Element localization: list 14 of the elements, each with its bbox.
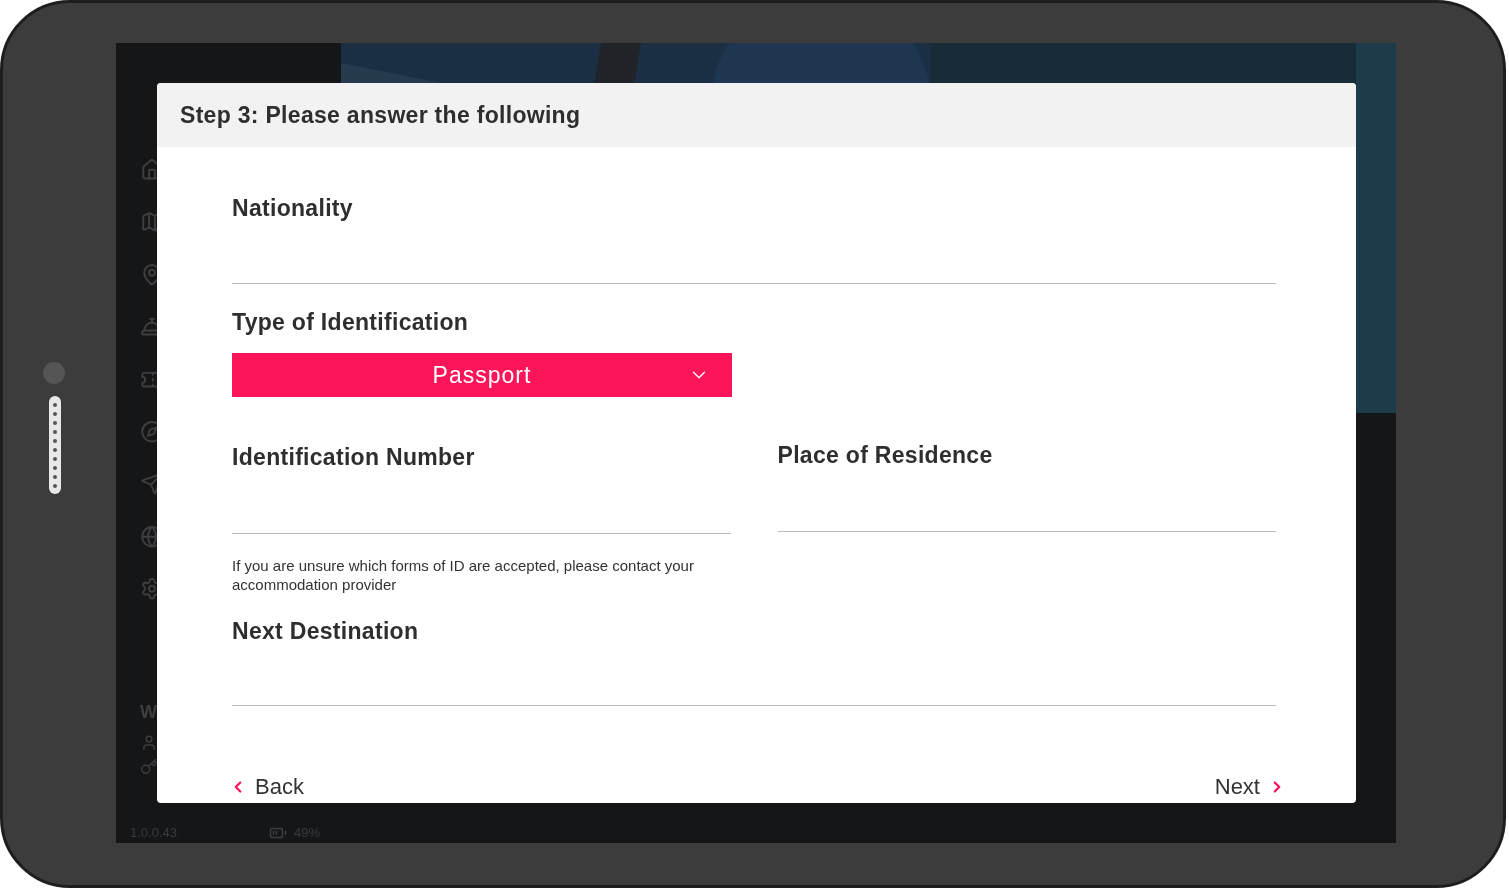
- field-label: Nationality: [232, 194, 354, 223]
- field-label: Type of Identification: [232, 307, 470, 337]
- speaker-grill-icon: [49, 396, 61, 494]
- help-text: If you are unsure which forms of ID are accepted, please contact your accommodation provider: [232, 555, 695, 594]
- camera-icon: [43, 362, 65, 384]
- field-label: Identification Number: [232, 443, 476, 472]
- field-label: Place of Residence: [777, 441, 994, 470]
- dialog-title: Step 3: Please answer the following: [180, 100, 581, 130]
- dropdown[interactable]: Passport: [232, 353, 732, 397]
- field-label: Next Destination: [232, 616, 420, 646]
- next-button[interactable]: Next: [1214, 770, 1286, 803]
- user-icon: [140, 734, 158, 752]
- back-button[interactable]: Back: [229, 770, 304, 803]
- key-icon: [140, 757, 158, 776]
